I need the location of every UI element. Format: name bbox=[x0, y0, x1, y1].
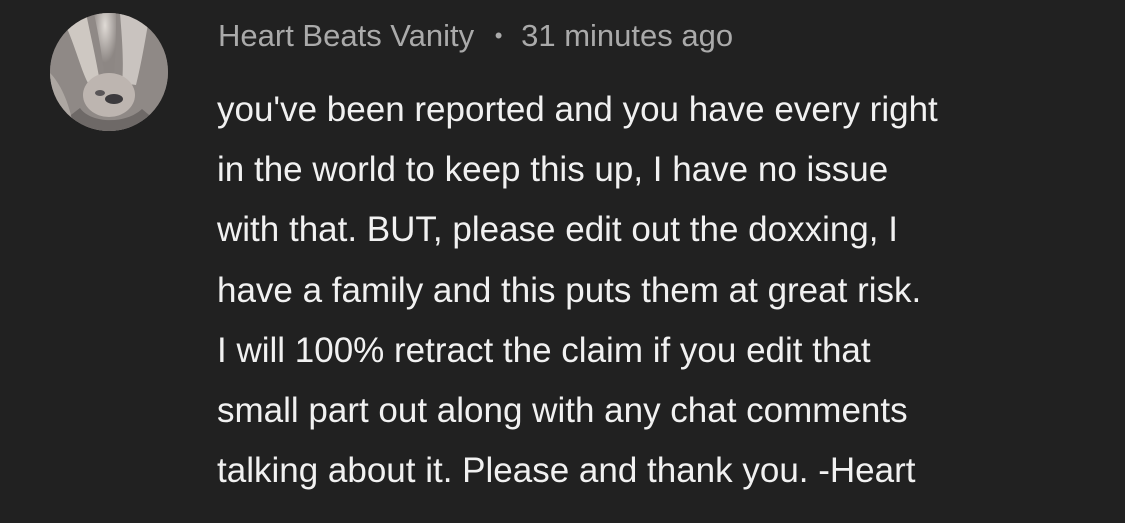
comment-timestamp[interactable]: 31 minutes ago bbox=[521, 18, 733, 53]
avatar-photo-icon bbox=[50, 13, 168, 131]
comment-text: you've been reported and you have every … bbox=[217, 80, 1097, 501]
comment-meta: Heart Beats Vanity • 31 minutes ago bbox=[218, 16, 733, 56]
author-name[interactable]: Heart Beats Vanity bbox=[218, 18, 474, 53]
comment-text-line: talking about it. Please and thank you. … bbox=[217, 451, 916, 491]
avatar[interactable] bbox=[50, 13, 168, 131]
comment-text-line: small part out along with any chat comme… bbox=[217, 391, 908, 431]
comment-text-line: I will 100% retract the claim if you edi… bbox=[217, 330, 871, 370]
comment-text-line: have a family and this puts them at grea… bbox=[217, 270, 922, 310]
comment-item: Heart Beats Vanity • 31 minutes ago you'… bbox=[0, 0, 1125, 523]
meta-separator: • bbox=[494, 23, 503, 48]
comment-text-line: in the world to keep this up, I have no … bbox=[217, 150, 889, 190]
comment-text-line: you've been reported and you have every … bbox=[217, 90, 938, 129]
comment-text-line: with that. BUT, please edit out the doxx… bbox=[217, 210, 898, 250]
